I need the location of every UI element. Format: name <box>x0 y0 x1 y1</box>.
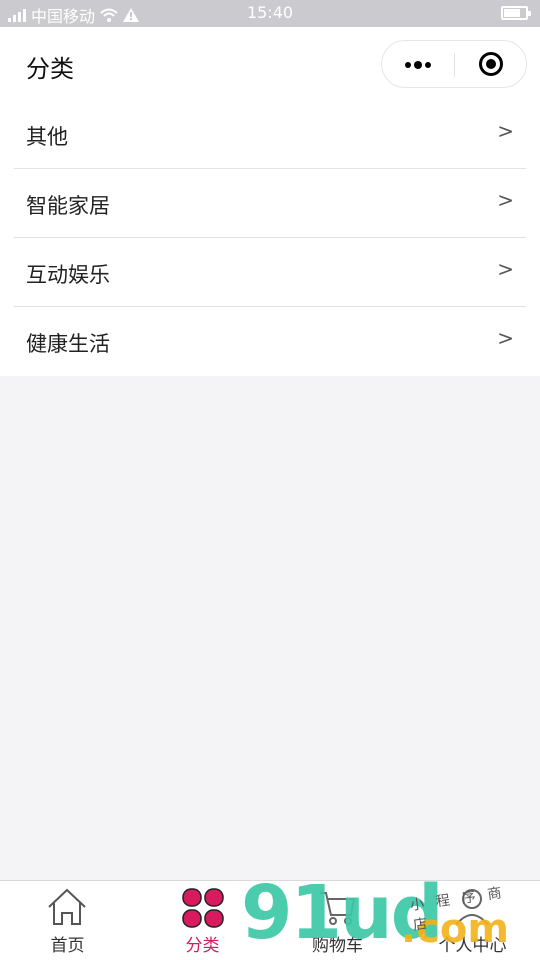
category-label: 健康生活 <box>26 332 110 356</box>
close-mini-program-button[interactable] <box>455 41 527 87</box>
category-label: 智能家居 <box>26 194 110 218</box>
chevron-right-icon: > <box>497 326 514 350</box>
tab-cart[interactable]: 购物车 <box>270 881 405 960</box>
category-item[interactable]: 智能家居 > <box>0 169 540 238</box>
home-icon <box>48 888 86 925</box>
tab-label: 分类 <box>185 936 220 956</box>
status-bar: 中国移动 15:40 <box>0 0 540 27</box>
category-label: 互动娱乐 <box>26 263 110 287</box>
tab-home[interactable]: 首页 <box>0 881 135 960</box>
cart-icon <box>320 892 356 925</box>
tab-label: 首页 <box>50 936 85 956</box>
mini-program-capsule <box>381 40 527 88</box>
chevron-right-icon: > <box>497 257 514 281</box>
tab-bar: 首页 分类 购物车 个人中心 <box>0 880 540 960</box>
user-icon <box>455 889 489 926</box>
more-button[interactable] <box>382 41 454 87</box>
nav-bar: 分类 <box>0 27 540 100</box>
category-label: 其他 <box>26 125 68 149</box>
chevron-right-icon: > <box>497 119 514 143</box>
category-list: 其他 > 智能家居 > 互动娱乐 > 健康生活 > <box>0 100 540 376</box>
target-circle-icon <box>479 52 503 76</box>
tab-label: 购物车 <box>312 936 363 956</box>
tab-profile[interactable]: 个人中心 <box>405 881 540 960</box>
tab-category[interactable]: 分类 <box>135 881 270 960</box>
status-time: 15:40 <box>246 3 294 22</box>
category-item[interactable]: 其他 > <box>0 100 540 169</box>
battery-icon <box>501 6 531 20</box>
clover-category-icon <box>182 888 224 928</box>
chevron-right-icon: > <box>497 188 514 212</box>
tab-label: 个人中心 <box>438 936 507 956</box>
category-item[interactable]: 互动娱乐 > <box>0 238 540 307</box>
category-item[interactable]: 健康生活 > <box>0 307 540 376</box>
page-title: 分类 <box>26 55 74 83</box>
